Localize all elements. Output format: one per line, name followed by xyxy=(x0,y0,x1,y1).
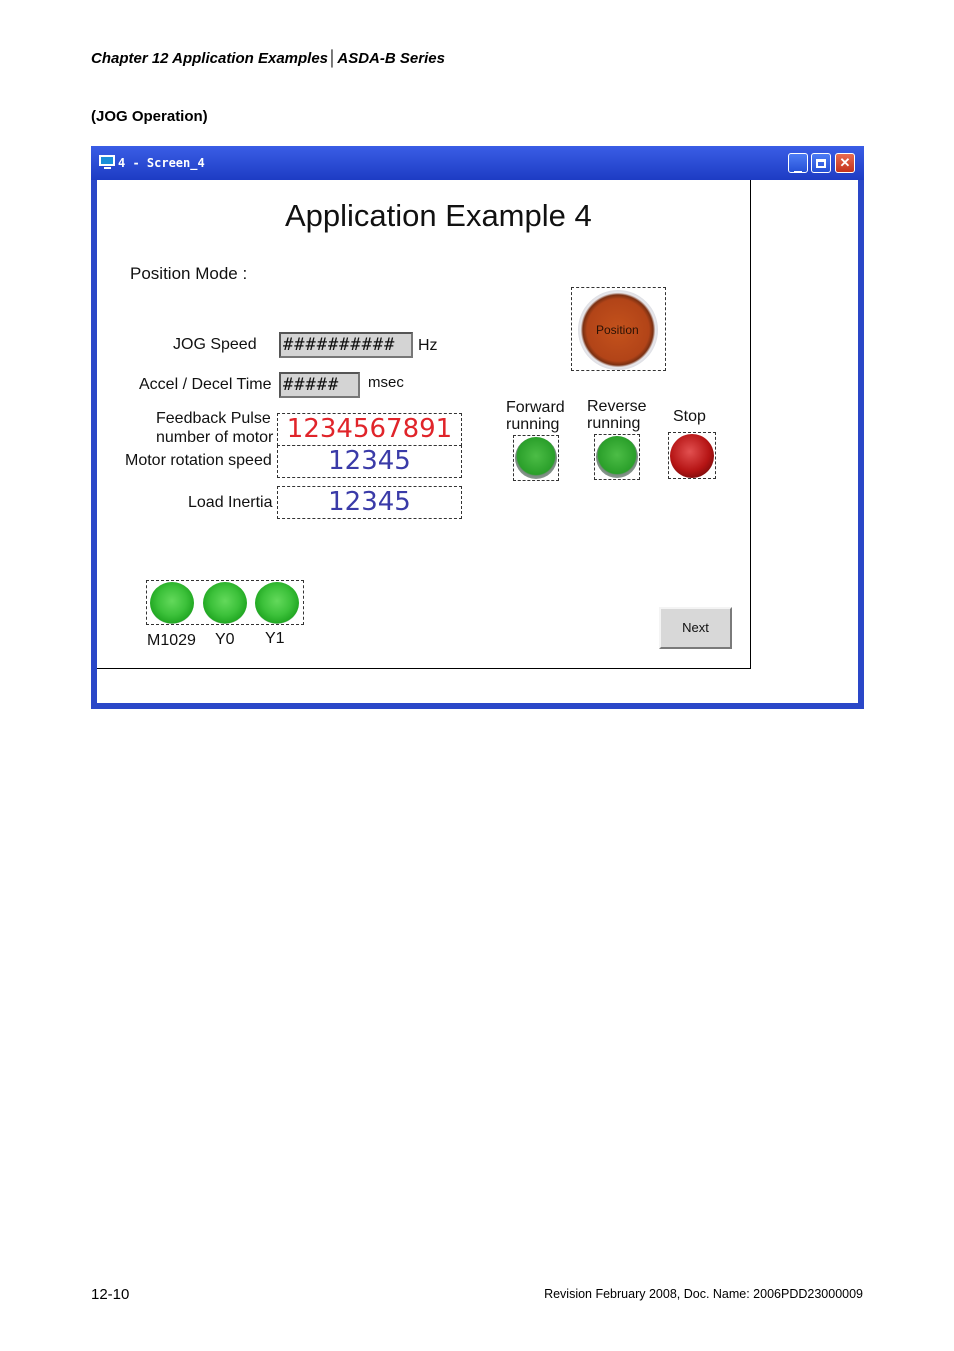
app-title: Application Example 4 xyxy=(285,198,592,233)
feedback-label-line1: Feedback Pulse xyxy=(156,410,271,427)
y1-lamp xyxy=(255,582,299,624)
maximize-icon xyxy=(816,159,826,168)
title-bar: 4 - Screen_4 ✕ xyxy=(91,146,864,180)
monitor-icon xyxy=(99,155,115,169)
m1029-lamp xyxy=(150,582,194,624)
accel-input[interactable]: ##### xyxy=(279,372,360,398)
chapter-header: Chapter 12 Application Examples│ASDA-B S… xyxy=(91,50,445,67)
page-number: 12-10 xyxy=(91,1286,130,1303)
jog-speed-unit: Hz xyxy=(418,337,438,354)
next-button[interactable]: Next xyxy=(659,607,732,649)
revision-note: Revision February 2008, Doc. Name: 2006P… xyxy=(544,1287,863,1301)
y0-lamp xyxy=(203,582,247,624)
screen-window: 4 - Screen_4 ✕ Application Example 4 Pos… xyxy=(91,146,864,709)
jog-speed-label: JOG Speed xyxy=(173,336,257,353)
window-client-area: Application Example 4 Position Mode : JO… xyxy=(97,180,858,703)
accel-unit: msec xyxy=(368,374,404,391)
inertia-label: Load Inertia xyxy=(188,494,273,511)
maximize-button[interactable] xyxy=(811,153,831,173)
position-button[interactable]: Position xyxy=(578,290,658,370)
rotation-label: Motor rotation speed xyxy=(125,452,272,469)
stop-button[interactable] xyxy=(670,434,714,478)
reverse-running-lamp xyxy=(596,436,638,478)
position-button-frame: Position xyxy=(571,287,666,371)
minimize-button[interactable] xyxy=(788,153,808,173)
hmi-screen-panel: Application Example 4 Position Mode : JO… xyxy=(97,180,751,669)
reverse-label-line1: Reverse xyxy=(587,398,647,415)
feedback-label-line2: number of motor xyxy=(156,429,274,446)
status-lamps-frame xyxy=(146,580,304,625)
y1-label: Y1 xyxy=(265,630,285,647)
forward-lamp-frame xyxy=(513,435,559,481)
y0-label: Y0 xyxy=(215,631,235,648)
minimize-icon xyxy=(794,171,802,173)
accel-label: Accel / Decel Time xyxy=(139,376,272,393)
mode-label: Position Mode : xyxy=(130,264,248,283)
load-inertia-display: 12345 xyxy=(277,486,462,519)
window-title: 4 - Screen_4 xyxy=(118,156,205,170)
close-icon: ✕ xyxy=(839,155,851,170)
feedback-pulse-display: 1234567891 xyxy=(277,413,462,446)
position-button-label: Position xyxy=(596,323,639,337)
section-title: (JOG Operation) xyxy=(91,108,208,125)
forward-running-lamp xyxy=(515,437,557,479)
forward-label-line2: running xyxy=(506,416,560,433)
stop-button-frame xyxy=(668,432,716,479)
reverse-lamp-frame xyxy=(594,434,640,480)
reverse-label-line2: running xyxy=(587,415,641,432)
rotation-speed-display: 12345 xyxy=(277,445,462,478)
forward-label-line1: Forward xyxy=(506,399,565,416)
stop-label: Stop xyxy=(673,408,706,425)
m1029-label: M1029 xyxy=(147,632,196,649)
close-button[interactable]: ✕ xyxy=(835,153,855,173)
jog-speed-input[interactable]: ########## xyxy=(279,332,413,358)
